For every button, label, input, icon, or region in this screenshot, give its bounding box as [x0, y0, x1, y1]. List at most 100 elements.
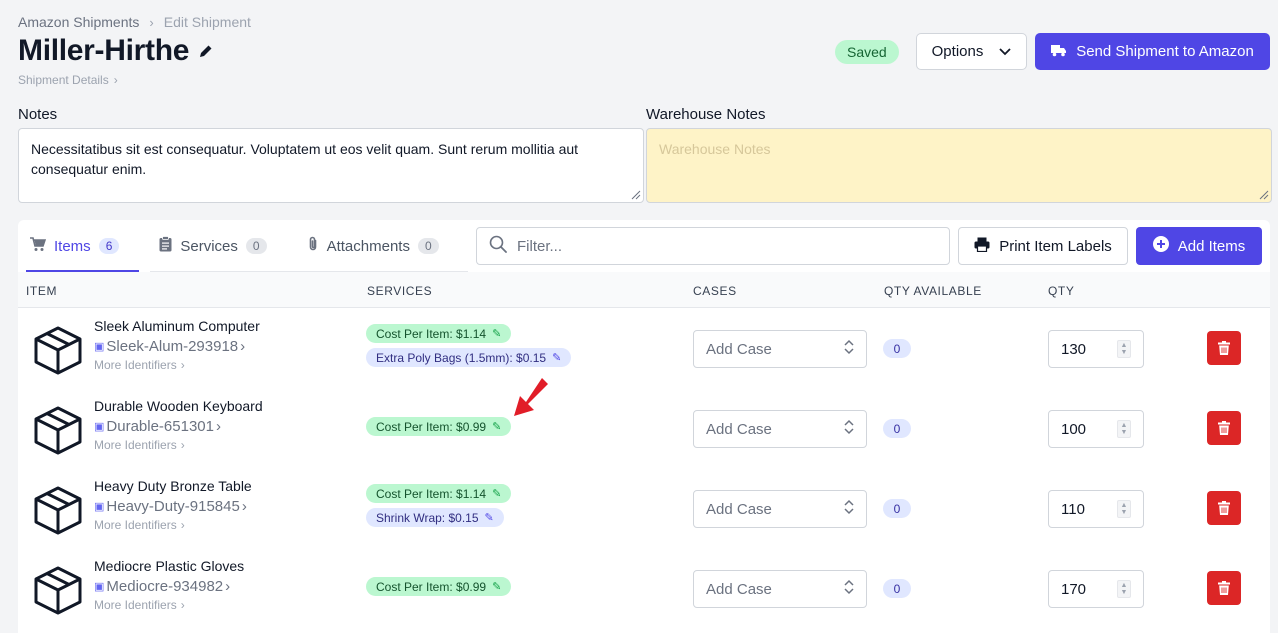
sku-link[interactable]: ▣ Heavy-Duty-915845 ›	[94, 498, 247, 515]
item-name[interactable]: Mediocre Plastic Gloves	[94, 558, 244, 574]
column-header-cases: CASES	[693, 284, 737, 298]
case-select[interactable]: Add Case	[693, 490, 867, 528]
case-select[interactable]: Add Case	[693, 330, 867, 368]
tab-services[interactable]: Services 0	[155, 220, 286, 272]
table-row: Sleek Aluminum Computer ▣ Sleek-Alum-293…	[18, 308, 1270, 388]
sku-label: Sleek-Alum-293918	[106, 338, 239, 355]
box-icon	[34, 566, 82, 615]
tab-attachments[interactable]: Attachments 0	[303, 220, 459, 272]
trash-icon	[1218, 421, 1230, 435]
breadcrumb-amazon-shipments[interactable]: Amazon Shipments	[18, 14, 139, 30]
filter-input[interactable]	[517, 237, 917, 255]
chevron-right-icon: ›	[241, 498, 247, 515]
chevron-right-icon: ›	[180, 518, 185, 532]
pencil-icon: ✎	[552, 352, 562, 364]
tab-items[interactable]: Items 6	[26, 220, 140, 272]
stepper-arrows-icon[interactable]: ▲ ▼	[1117, 340, 1131, 358]
service-pill[interactable]: Cost Per Item: $0.99 ✎	[366, 577, 512, 596]
column-header-qty-available: QTY AVAILABLE	[884, 284, 982, 298]
print-item-labels-button[interactable]: Print Item Labels	[958, 227, 1128, 265]
delete-button[interactable]	[1207, 331, 1241, 365]
sku-link[interactable]: ▣ Durable-651301 ›	[94, 418, 221, 435]
case-select[interactable]: Add Case	[693, 410, 867, 448]
add-items-button[interactable]: Add Items	[1136, 227, 1262, 265]
status-badge: Saved	[835, 40, 899, 64]
qty-value: 100	[1061, 420, 1087, 438]
sku-label: Heavy-Duty-915845	[106, 498, 240, 515]
shipment-details-label: Shipment Details	[18, 73, 109, 87]
filter-field[interactable]	[476, 227, 950, 265]
sku-link[interactable]: ▣ Sleek-Alum-293918 ›	[94, 338, 245, 355]
case-placeholder: Add Case	[706, 500, 772, 518]
stepper-arrows-icon[interactable]: ▲ ▼	[1117, 500, 1131, 518]
breadcrumb-edit-shipment: Edit Shipment	[163, 14, 251, 30]
sku-label: Durable-651301	[106, 418, 214, 435]
more-identifiers-label: More Identifiers	[94, 358, 177, 372]
box-icon	[34, 326, 82, 375]
item-name[interactable]: Heavy Duty Bronze Table	[94, 478, 252, 494]
cart-icon	[30, 236, 47, 256]
quantity-stepper[interactable]: 100 ▲ ▼	[1048, 410, 1144, 448]
case-select[interactable]: Add Case	[693, 570, 867, 608]
table-header: ITEM SERVICES CASES QTY AVAILABLE QTY	[18, 272, 1270, 308]
paperclip-icon	[307, 236, 319, 256]
quantity-stepper[interactable]: 130 ▲ ▼	[1048, 330, 1144, 368]
send-shipment-button[interactable]: Send Shipment to Amazon	[1035, 33, 1270, 70]
plus-circle-icon	[1152, 236, 1169, 256]
qty-available-badge: 0	[883, 419, 911, 438]
chevron-up-down-icon	[844, 339, 854, 359]
case-placeholder: Add Case	[706, 580, 772, 598]
tab-attachments-count: 0	[417, 238, 439, 254]
breadcrumb: Amazon Shipments › Edit Shipment	[18, 14, 251, 30]
table-row: Durable Wooden Keyboard ▣ Durable-651301…	[18, 388, 1270, 468]
sku-link[interactable]: ▣ Mediocre-934982 ›	[94, 578, 230, 595]
service-pill[interactable]: Cost Per Item: $0.99 ✎	[366, 417, 512, 436]
options-label: Options	[931, 43, 984, 60]
trash-icon	[1218, 341, 1230, 355]
pencil-icon[interactable]	[199, 44, 213, 58]
delete-button[interactable]	[1207, 491, 1241, 525]
item-name[interactable]: Durable Wooden Keyboard	[94, 398, 263, 414]
service-pill[interactable]: Extra Poly Bags (1.5mm): $0.15 ✎	[366, 348, 572, 367]
search-icon	[489, 235, 507, 258]
stepper-arrows-icon[interactable]: ▲ ▼	[1117, 420, 1131, 438]
resize-handle-icon[interactable]	[1257, 188, 1269, 200]
shipment-details-link[interactable]: Shipment Details ›	[18, 73, 118, 87]
more-identifiers-label: More Identifiers	[94, 518, 177, 532]
more-identifiers-label: More Identifiers	[94, 598, 177, 612]
more-identifiers-link[interactable]: More Identifiers ›	[94, 358, 185, 372]
more-identifiers-link[interactable]: More Identifiers ›	[94, 598, 185, 612]
service-pill[interactable]: Cost Per Item: $1.14 ✎	[366, 484, 512, 503]
services-cell: Cost Per Item: $1.14 ✎ Extra Poly Bags (1…	[366, 324, 572, 372]
more-identifiers-link[interactable]: More Identifiers ›	[94, 518, 185, 532]
warehouse-notes-textarea[interactable]: Warehouse Notes	[646, 128, 1272, 203]
quantity-stepper[interactable]: 110 ▲ ▼	[1048, 490, 1144, 528]
case-placeholder: Add Case	[706, 340, 772, 358]
service-pill[interactable]: Cost Per Item: $1.14 ✎	[366, 324, 512, 343]
item-name[interactable]: Sleek Aluminum Computer	[94, 318, 260, 334]
qty-value: 130	[1061, 340, 1087, 358]
notes-textarea[interactable]: Necessitatibus sit est consequatur. Volu…	[18, 128, 644, 203]
column-header-services: SERVICES	[367, 284, 433, 298]
pencil-icon: ✎	[492, 421, 502, 433]
service-pill[interactable]: Shrink Wrap: $0.15 ✎	[366, 508, 504, 527]
quantity-stepper[interactable]: 170 ▲ ▼	[1048, 570, 1144, 608]
more-identifiers-link[interactable]: More Identifiers ›	[94, 438, 185, 452]
delete-button[interactable]	[1207, 571, 1241, 605]
trash-icon	[1218, 581, 1230, 595]
service-label: Extra Poly Bags (1.5mm): $0.15	[376, 350, 547, 365]
notes-label: Notes	[18, 106, 58, 123]
delete-button[interactable]	[1207, 411, 1241, 445]
add-items-label: Add Items	[1177, 237, 1246, 255]
stepper-arrows-icon[interactable]: ▲ ▼	[1117, 580, 1131, 598]
resize-handle-icon[interactable]	[629, 188, 641, 200]
box-icon	[34, 406, 82, 455]
notes-value: Necessitatibus sit est consequatur. Volu…	[31, 141, 579, 177]
pencil-icon: ✎	[492, 581, 502, 593]
options-button[interactable]: Options	[916, 33, 1027, 70]
table-row: Heavy Duty Bronze Table ▣ Heavy-Duty-915…	[18, 468, 1270, 548]
amazon-fba-icon: ▣	[94, 341, 105, 353]
chevron-right-icon: ›	[180, 438, 185, 452]
warehouse-notes-label: Warehouse Notes	[646, 106, 766, 123]
column-header-qty: QTY	[1048, 284, 1075, 298]
